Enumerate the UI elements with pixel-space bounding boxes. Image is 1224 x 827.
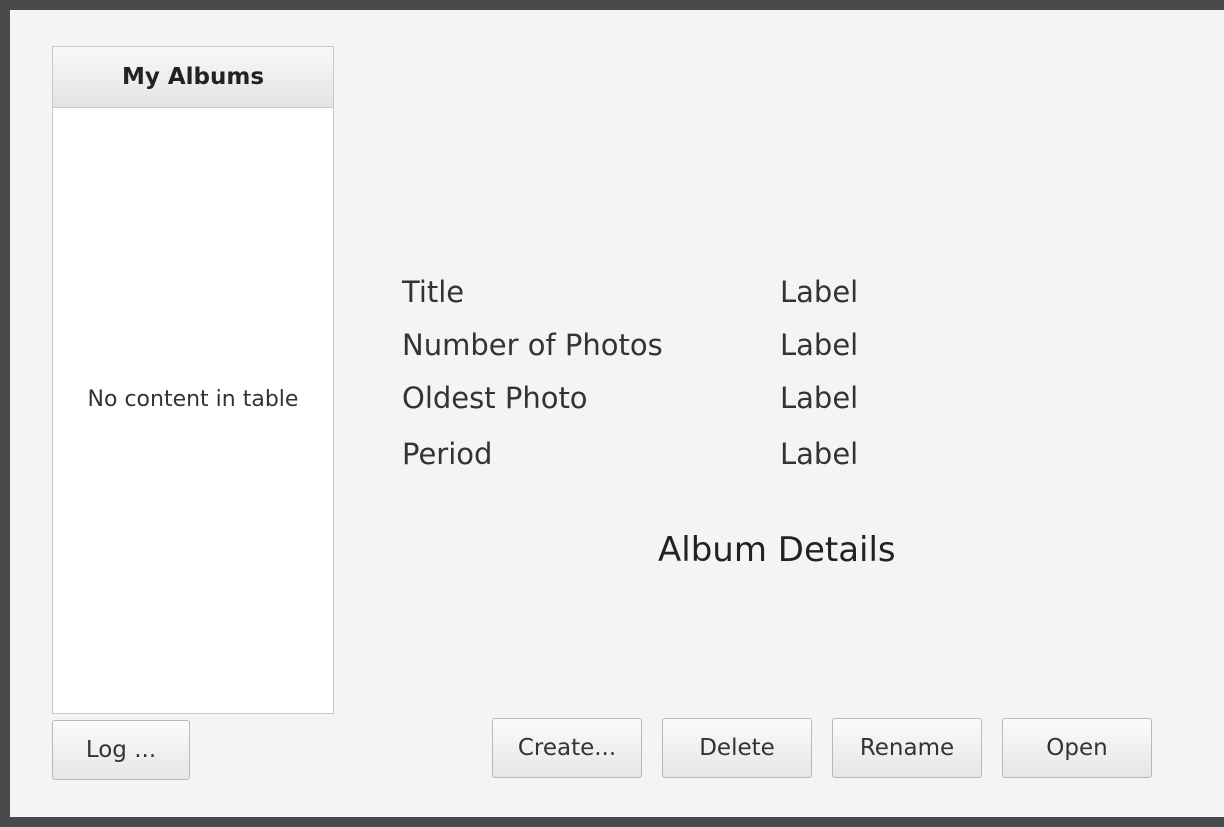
albums-table[interactable]: My Albums No content in table bbox=[52, 46, 334, 714]
rename-button[interactable]: Rename bbox=[832, 718, 982, 778]
title-label: Title bbox=[402, 275, 465, 309]
create-button[interactable]: Create... bbox=[492, 718, 642, 778]
period-value: Label bbox=[780, 437, 859, 471]
number-of-photos-value: Label bbox=[780, 328, 859, 362]
title-value: Label bbox=[780, 275, 859, 309]
oldest-photo-label: Oldest Photo bbox=[402, 381, 588, 415]
log-button[interactable]: Log ... bbox=[52, 720, 190, 780]
open-button[interactable]: Open bbox=[1002, 718, 1152, 778]
album-details-title: Album Details bbox=[658, 530, 896, 570]
number-of-photos-label: Number of Photos bbox=[402, 328, 663, 362]
albums-table-empty-message: No content in table bbox=[87, 387, 299, 412]
oldest-photo-value: Label bbox=[780, 381, 859, 415]
app-window: My Albums No content in table Title Labe… bbox=[10, 10, 1224, 817]
albums-table-header[interactable]: My Albums bbox=[53, 47, 333, 108]
period-label: Period bbox=[402, 437, 493, 471]
delete-button[interactable]: Delete bbox=[662, 718, 812, 778]
